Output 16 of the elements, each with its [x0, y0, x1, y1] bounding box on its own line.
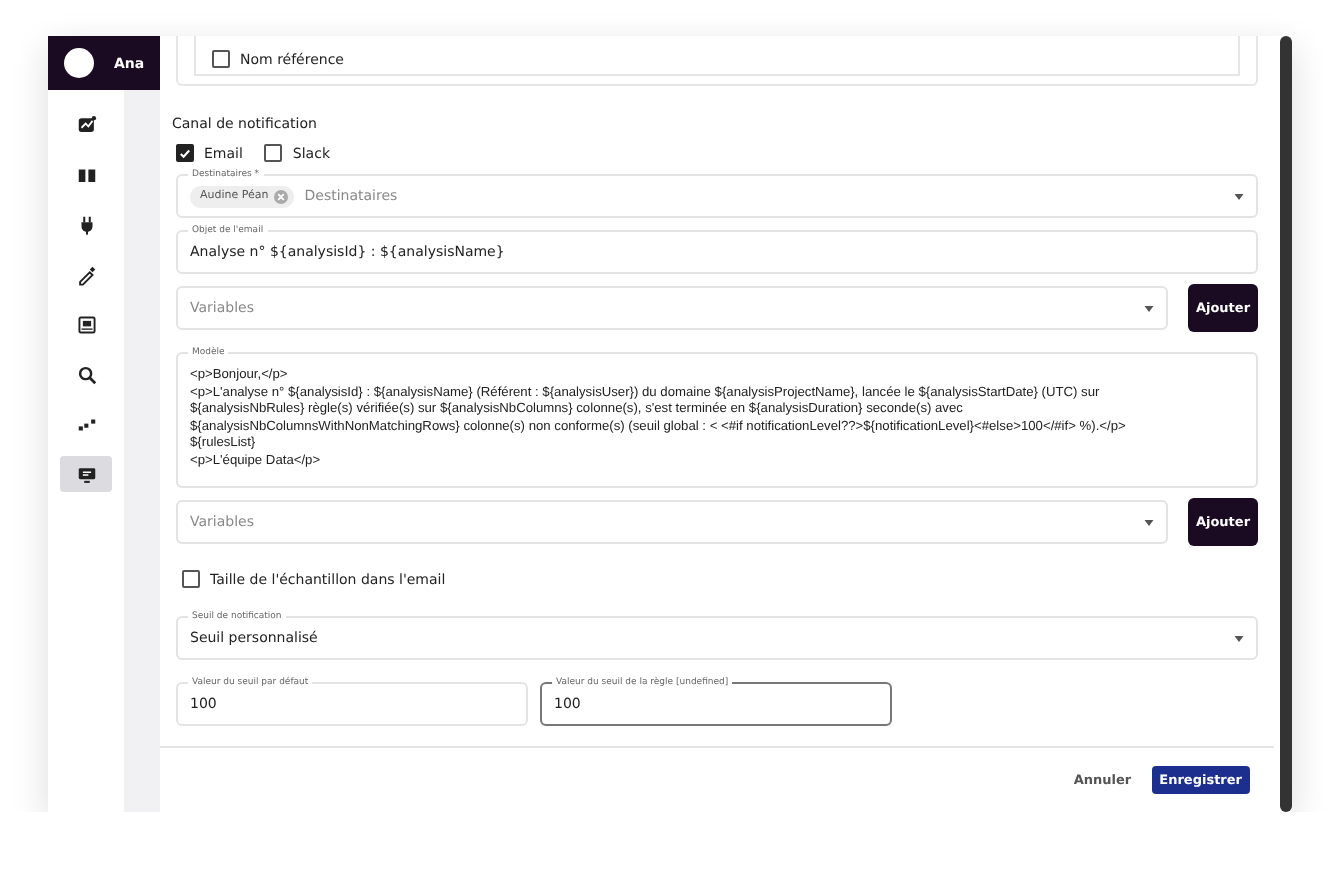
caret-icon: [1234, 635, 1244, 641]
caret-icon: [1144, 519, 1154, 525]
nav-icon: [75, 113, 97, 135]
nav-icon: [75, 313, 97, 335]
nav-icon: [75, 263, 97, 285]
checkbox[interactable]: [176, 144, 194, 162]
scrollbar[interactable]: [1280, 36, 1292, 812]
logo-icon: [64, 48, 94, 78]
sidebar-item[interactable]: [60, 456, 112, 492]
checkbox[interactable]: [264, 144, 283, 162]
checkbox[interactable]: [212, 50, 230, 68]
checkbox[interactable]: [182, 570, 200, 588]
nav-icon: [75, 463, 97, 485]
caret-icon: [1234, 193, 1244, 199]
nav-icon: [75, 363, 97, 385]
caret-icon: [1144, 305, 1154, 311]
